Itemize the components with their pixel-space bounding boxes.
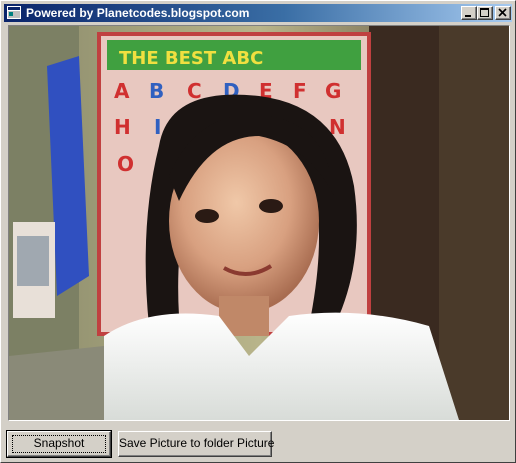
close-button[interactable] [495,6,511,20]
app-icon [7,6,21,19]
close-icon [498,8,507,17]
snapshot-button[interactable]: Snapshot [6,430,112,458]
save-picture-button-label: Save Picture to folder Picture [119,436,275,450]
svg-text:H: H [114,115,131,139]
minimize-icon [465,15,471,17]
save-picture-button[interactable]: Save Picture to folder Picture [118,431,275,457]
title-bar[interactable]: Powered by Planetcodes.blogspot.com [4,4,512,22]
svg-text:B: B [149,79,164,103]
maximize-button[interactable] [477,6,493,20]
maximize-icon [480,8,489,17]
svg-text:G: G [325,79,341,103]
focus-rectangle [12,435,106,453]
svg-text:A: A [114,79,130,103]
svg-text:THE BEST ABC: THE BEST ABC [119,48,263,69]
minimize-button[interactable] [461,6,477,20]
webcam-image: THE BEST ABC A B C D E F G H I J M N O U [9,26,509,420]
svg-text:F: F [293,79,307,103]
app-window: Powered by Planetcodes.blogspot.com THE … [0,0,516,463]
camera-preview: THE BEST ABC A B C D E F G H I J M N O U [8,25,510,421]
window-title: Powered by Planetcodes.blogspot.com [26,6,250,20]
svg-text:I: I [154,115,161,139]
svg-text:O: O [117,152,134,176]
